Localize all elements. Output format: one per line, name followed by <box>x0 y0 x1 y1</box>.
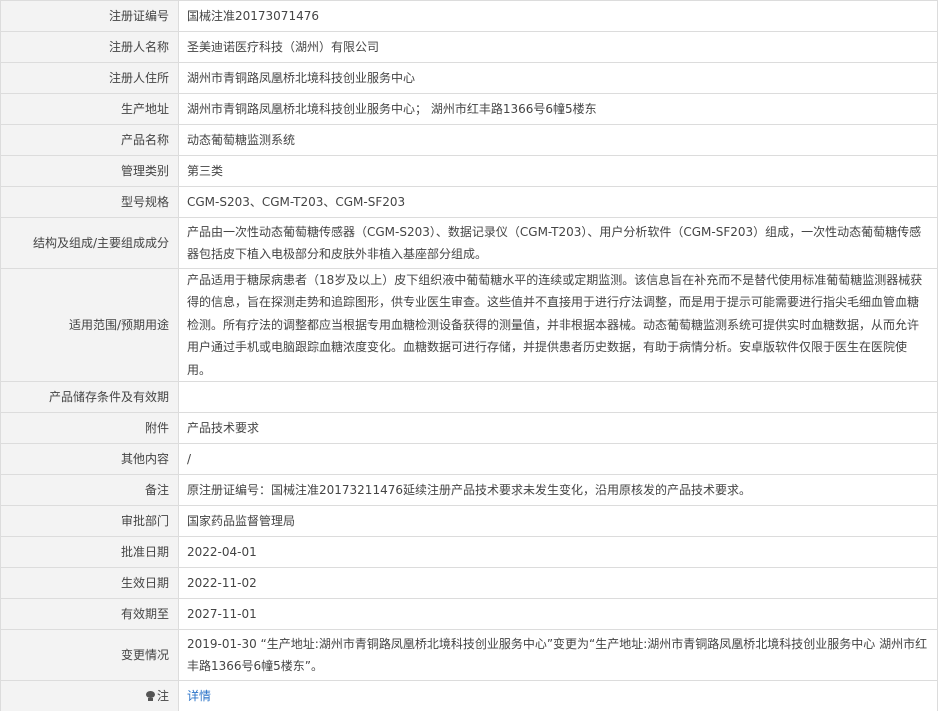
field-label: 备注 <box>0 474 179 507</box>
registration-table: 注册证编号 国械注准20173071476 注册人名称 圣美迪诺医疗科技（湖州）… <box>0 0 938 711</box>
field-value: 国械注准20173071476 <box>178 0 938 32</box>
table-row: 结构及组成/主要组成成分 产品由一次性动态葡萄糖传感器（CGM-S203）、数据… <box>0 217 938 269</box>
note-row: 注 详情 <box>0 680 938 711</box>
field-value: 2019-01-30 “生产地址:湖州市青铜路凤凰桥北境科技创业服务中心”变更为… <box>178 629 938 682</box>
field-value: 湖州市青铜路凤凰桥北境科技创业服务中心 <box>178 62 938 94</box>
table-row: 其他内容 / <box>0 443 938 476</box>
field-value: 动态葡萄糖监测系统 <box>178 124 938 156</box>
table-row: 注册证编号 国械注准20173071476 <box>0 0 938 32</box>
table-row: 备注 原注册证编号：国械注准20173211476延续注册产品技术要求未发生变化… <box>0 474 938 507</box>
field-label: 型号规格 <box>0 186 179 218</box>
table-row: 适用范围/预期用途 产品适用于糖尿病患者（18岁及以上）皮下组织液中葡萄糖水平的… <box>0 267 938 383</box>
field-label: 审批部门 <box>0 505 179 538</box>
field-label: 注册证编号 <box>0 0 179 32</box>
field-value: 原注册证编号：国械注准20173211476延续注册产品技术要求未发生变化，沿用… <box>178 474 938 507</box>
field-value: 2022-04-01 <box>178 536 938 569</box>
field-label: 批准日期 <box>0 536 179 569</box>
table-row: 注册人名称 圣美迪诺医疗科技（湖州）有限公司 <box>0 31 938 63</box>
field-label: 有效期至 <box>0 598 179 631</box>
table-row: 管理类别 第三类 <box>0 155 938 187</box>
field-value: CGM-S203、CGM-T203、CGM-SF203 <box>178 186 938 218</box>
field-label: 适用范围/预期用途 <box>0 267 179 383</box>
table-row: 产品储存条件及有效期 <box>0 381 938 414</box>
field-label: 产品储存条件及有效期 <box>0 381 179 414</box>
field-value: 圣美迪诺医疗科技（湖州）有限公司 <box>178 31 938 63</box>
table-row: 生效日期 2022-11-02 <box>0 567 938 600</box>
note-label: 注 <box>156 688 169 703</box>
field-label: 注册人住所 <box>0 62 179 94</box>
table-row: 型号规格 CGM-S203、CGM-T203、CGM-SF203 <box>0 186 938 218</box>
field-label: 结构及组成/主要组成成分 <box>0 217 179 269</box>
field-value: 2027-11-01 <box>178 598 938 631</box>
table-row: 有效期至 2027-11-01 <box>0 598 938 631</box>
table-row: 附件 产品技术要求 <box>0 412 938 445</box>
field-label: 产品名称 <box>0 124 179 156</box>
field-value: 2022-11-02 <box>178 567 938 600</box>
table-row: 产品名称 动态葡萄糖监测系统 <box>0 124 938 156</box>
field-label: 生产地址 <box>0 93 179 125</box>
field-label: 管理类别 <box>0 155 179 187</box>
table-row: 批准日期 2022-04-01 <box>0 536 938 569</box>
field-label: 生效日期 <box>0 567 179 600</box>
field-value: 国家药品监督管理局 <box>178 505 938 538</box>
field-value: 产品由一次性动态葡萄糖传感器（CGM-S203）、数据记录仪（CGM-T203）… <box>178 217 938 269</box>
table-row: 审批部门 国家药品监督管理局 <box>0 505 938 538</box>
field-label: 变更情况 <box>0 629 179 682</box>
table-row: 变更情况 2019-01-30 “生产地址:湖州市青铜路凤凰桥北境科技创业服务中… <box>0 629 938 682</box>
field-label: 其他内容 <box>0 443 179 476</box>
table-row: 注册人住所 湖州市青铜路凤凰桥北境科技创业服务中心 <box>0 62 938 94</box>
field-value <box>178 381 938 414</box>
lightbulb-icon <box>145 690 155 701</box>
details-link[interactable]: 详情 <box>187 689 211 703</box>
field-value: / <box>178 443 938 476</box>
note-value-cell: 详情 <box>178 680 938 711</box>
field-label: 附件 <box>0 412 179 445</box>
field-value: 湖州市青铜路凤凰桥北境科技创业服务中心； 湖州市红丰路1366号6幢5楼东 <box>178 93 938 125</box>
table-row: 生产地址 湖州市青铜路凤凰桥北境科技创业服务中心； 湖州市红丰路1366号6幢5… <box>0 93 938 125</box>
note-label-cell: 注 <box>0 680 179 711</box>
field-value: 第三类 <box>178 155 938 187</box>
field-label: 注册人名称 <box>0 31 179 63</box>
field-value: 产品技术要求 <box>178 412 938 445</box>
field-value: 产品适用于糖尿病患者（18岁及以上）皮下组织液中葡萄糖水平的连续或定期监测。该信… <box>178 267 938 383</box>
